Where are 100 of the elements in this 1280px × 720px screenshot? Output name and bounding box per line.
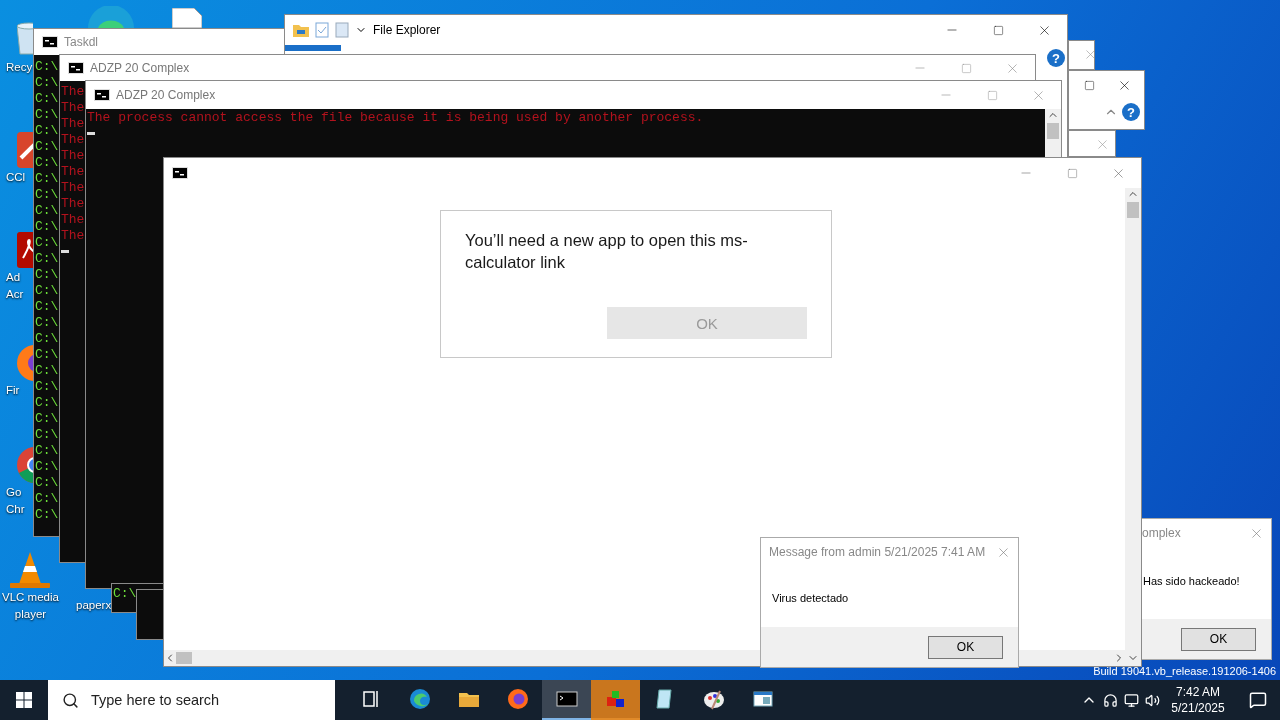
console-line: C:\ bbox=[35, 91, 59, 107]
window-title: Taskdl bbox=[64, 35, 98, 49]
console-icon bbox=[172, 167, 188, 179]
maximize-icon bbox=[960, 62, 972, 74]
maximize-icon bbox=[992, 24, 1004, 36]
broom-icon bbox=[17, 132, 33, 168]
search-bar[interactable]: Type here to search bbox=[48, 680, 335, 720]
window-title: File Explorer bbox=[373, 23, 441, 37]
checklist-icon[interactable] bbox=[315, 22, 329, 38]
browser-icon bbox=[407, 687, 432, 711]
headset-icon[interactable] bbox=[1103, 692, 1118, 708]
console-line: C:\ bbox=[35, 203, 59, 219]
scrollbar[interactable] bbox=[1125, 188, 1141, 666]
console-line: C:\ bbox=[35, 219, 59, 235]
console-line: The bbox=[61, 100, 85, 116]
icon-label[interactable]: Fir bbox=[6, 383, 20, 398]
build-text: Build 19041.vb_release.191206-1406 bbox=[1093, 665, 1276, 677]
dialog-message: Virus detectado bbox=[771, 591, 849, 604]
icon-label[interactable]: Chr bbox=[6, 502, 25, 517]
page-icon[interactable] bbox=[335, 22, 349, 38]
maximize-icon bbox=[1083, 79, 1095, 91]
console-icon bbox=[94, 89, 110, 101]
console-line: C:\ bbox=[35, 427, 59, 443]
console-line: The bbox=[61, 148, 85, 164]
maximize-icon bbox=[986, 89, 998, 101]
icon-label[interactable]: VLC media bbox=[2, 590, 59, 605]
icon-label[interactable]: Recy bbox=[6, 60, 33, 75]
volume-icon[interactable] bbox=[1145, 692, 1160, 708]
icon-label[interactable]: Ad bbox=[6, 270, 21, 285]
windows-logo-icon bbox=[16, 692, 32, 708]
icon-label[interactable]: CCl bbox=[6, 170, 26, 185]
console-line: C:\ bbox=[35, 395, 59, 411]
window-title: ADZP 20 Complex bbox=[116, 88, 216, 102]
console-line: C:\ bbox=[35, 331, 59, 347]
help-icon[interactable]: ? bbox=[1122, 103, 1140, 121]
dialog-message: Has sido hackeado! bbox=[1142, 574, 1240, 587]
scroll-thumb[interactable] bbox=[1127, 202, 1139, 218]
browser-icon bbox=[505, 687, 530, 711]
dialog-title: Message from admin 5/21/2025 7:41 AM bbox=[769, 545, 986, 559]
console-line: C:\ bbox=[35, 187, 59, 203]
console-icon bbox=[68, 62, 84, 74]
folder-icon bbox=[293, 23, 309, 37]
text-cursor bbox=[61, 250, 69, 253]
notifications-icon bbox=[1249, 691, 1267, 709]
console-line: C:\ bbox=[35, 75, 59, 91]
maximize-icon bbox=[1066, 167, 1078, 179]
console-line: The bbox=[61, 84, 85, 100]
console-icon bbox=[42, 36, 58, 48]
console-line: The bbox=[61, 180, 85, 196]
ok-button[interactable]: OK bbox=[928, 635, 1003, 659]
text-cursor bbox=[87, 132, 95, 135]
console-line: The bbox=[61, 132, 85, 148]
console-line: C:\ bbox=[35, 251, 59, 267]
console-line: C:\ bbox=[35, 315, 59, 331]
console-line: C:\ bbox=[35, 155, 59, 171]
ok-button[interactable]: OK bbox=[1181, 627, 1256, 651]
search-icon bbox=[62, 691, 79, 709]
console-line: The bbox=[61, 116, 85, 132]
traffic-cone-icon bbox=[10, 552, 51, 588]
search-field[interactable]: Type here to search bbox=[89, 691, 333, 709]
console-line: The bbox=[61, 164, 85, 180]
console-line: C:\ bbox=[35, 443, 59, 459]
window-title: ADZP 20 Complex bbox=[90, 61, 190, 75]
clock[interactable]: 7:42 AM 5/21/2025 bbox=[1166, 684, 1230, 716]
scrollbar[interactable] bbox=[1045, 109, 1061, 157]
console-line: C:\ bbox=[35, 123, 59, 139]
console-line: The bbox=[61, 196, 85, 212]
console-line: C:\ bbox=[35, 491, 59, 507]
console-line: C:\ bbox=[35, 379, 59, 395]
console-line: C:\ bbox=[35, 235, 59, 251]
scroll-thumb[interactable] bbox=[176, 652, 192, 664]
console-line: The bbox=[61, 212, 85, 228]
console-line: C:\ bbox=[35, 507, 59, 523]
icon-label[interactable]: paperx bbox=[76, 598, 112, 613]
console-line: C:\ bbox=[35, 411, 59, 427]
network-icon[interactable] bbox=[1124, 692, 1139, 708]
console-line: C:\ bbox=[35, 299, 59, 315]
console-line: C:\ bbox=[35, 107, 59, 123]
console-line: C:\ bbox=[35, 283, 59, 299]
help-icon[interactable]: ? bbox=[1047, 49, 1065, 67]
console-line: C:\ bbox=[35, 459, 59, 475]
console-line: C:\ bbox=[35, 171, 59, 187]
console-line: C:\ bbox=[35, 363, 59, 379]
taskbar-app-button[interactable] bbox=[542, 680, 591, 720]
ok-button[interactable]: OK bbox=[607, 307, 807, 339]
dialog-title: omplex bbox=[1142, 526, 1181, 540]
console-line: C:\ bbox=[35, 59, 59, 75]
document-icon bbox=[17, 232, 33, 268]
console-line: C:\ bbox=[35, 475, 59, 491]
console-line: C:\ bbox=[113, 586, 137, 602]
browser-icon bbox=[88, 6, 134, 28]
console-line: The bbox=[61, 228, 85, 244]
console-line: C:\ bbox=[35, 267, 59, 283]
icon-label[interactable]: Go bbox=[6, 485, 22, 500]
scroll-thumb[interactable] bbox=[1047, 123, 1059, 139]
icon-label[interactable]: Acr bbox=[6, 287, 24, 302]
icon-label[interactable]: player bbox=[14, 607, 47, 622]
recycle-bin-icon bbox=[17, 22, 33, 58]
console-line: The process cannot access the file because it is being used by another process. bbox=[87, 110, 704, 126]
prompt-message: You’ll need a new app to open this ms-calculator link bbox=[465, 230, 749, 273]
